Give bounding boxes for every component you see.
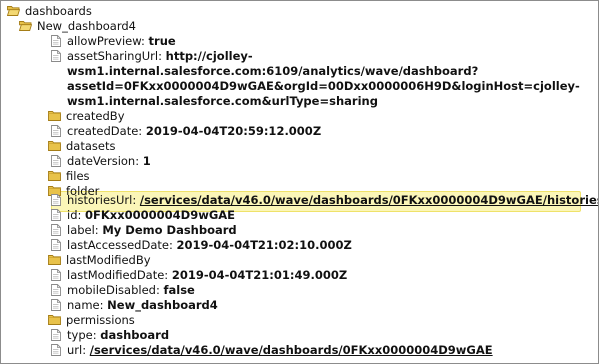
document-icon — [51, 35, 61, 47]
tree-node-datasets[interactable]: datasets — [48, 139, 115, 154]
field-value: dashboard — [100, 328, 170, 342]
folder-icon — [48, 140, 61, 151]
document-icon — [51, 284, 61, 296]
node-label: New_dashboard4 — [37, 19, 136, 33]
field-value: 2019-04-04T21:01:49.000Z — [171, 268, 348, 282]
node-label: createdBy — [66, 109, 125, 123]
document-icon — [51, 269, 61, 281]
field-value: 2019-04-04T21:02:10.000Z — [176, 238, 352, 252]
field-key: id: — [67, 208, 82, 222]
tree-leaf-last-accessed-date[interactable]: lastAccessedDate: 2019-04-04T21:02:10.00… — [51, 238, 352, 253]
node-label: dashboards — [25, 4, 92, 18]
field-value: 0FKxx0000004D9wGAE — [85, 208, 236, 222]
field-key: type: — [67, 328, 97, 342]
document-icon — [51, 50, 61, 62]
field-key: name: — [67, 298, 104, 312]
document-icon — [51, 125, 61, 137]
node-label: datasets — [66, 139, 116, 153]
tree-leaf-mobile-disabled[interactable]: mobileDisabled: false — [51, 283, 195, 298]
field-value-line-3: assetId=0FKxx0000004D9wGAE&orgId=00Dxx00… — [67, 79, 580, 93]
node-label: lastModifiedBy — [66, 253, 151, 267]
field-key: historiesUrl: — [67, 193, 137, 207]
folder-icon — [48, 110, 61, 121]
tree-leaf-last-modified-date[interactable]: lastModifiedDate: 2019-04-04T21:01:49.00… — [51, 268, 347, 283]
tree-node-permissions[interactable]: permissions — [48, 313, 135, 328]
document-icon — [51, 329, 61, 341]
field-value: 2019-04-04T20:59:12.000Z — [145, 124, 322, 138]
document-icon — [51, 239, 61, 251]
field-key: assetSharingUrl: — [67, 49, 162, 63]
tree-node-dashboards[interactable]: dashboards — [7, 4, 92, 19]
field-key: mobileDisabled: — [67, 283, 160, 297]
field-key: url: — [67, 343, 87, 357]
folder-icon — [48, 254, 61, 265]
tree-leaf-created-date[interactable]: createdDate: 2019-04-04T20:59:12.000Z — [51, 124, 321, 139]
field-value: My Demo Dashboard — [102, 223, 237, 237]
document-icon — [51, 155, 61, 167]
document-icon — [51, 224, 61, 236]
tree-node-last-modified-by[interactable]: lastModifiedBy — [48, 253, 151, 268]
tree-view: dashboards New_dashboard4 allowPreview: … — [0, 0, 599, 364]
field-key: dateVersion: — [67, 154, 140, 168]
document-icon — [51, 194, 61, 206]
histories-url-link[interactable]: /services/data/v46.0/wave/dashboards/0FK… — [140, 193, 598, 207]
tree-node-new-dashboard4[interactable]: New_dashboard4 — [19, 19, 136, 34]
document-icon — [51, 299, 61, 311]
field-value: true — [148, 34, 176, 48]
node-label: permissions — [66, 313, 135, 327]
tree-node-created-by[interactable]: createdBy — [48, 109, 125, 124]
tree-leaf-label[interactable]: label: My Demo Dashboard — [51, 223, 237, 238]
url-link[interactable]: /services/data/v46.0/wave/dashboards/0FK… — [90, 343, 493, 357]
tree-leaf-type[interactable]: type: dashboard — [51, 328, 169, 343]
folder-open-icon — [19, 20, 32, 31]
field-key: lastModifiedDate: — [67, 268, 169, 282]
field-key: label: — [67, 223, 99, 237]
field-value-line-4: wsm1.internal.salesforce.com&urlType=sha… — [67, 94, 378, 108]
field-value: 1 — [142, 154, 151, 168]
folder-icon — [48, 170, 61, 181]
tree-leaf-date-version[interactable]: dateVersion: 1 — [51, 154, 151, 169]
tree-leaf-url[interactable]: url: /services/data/v46.0/wave/dashboard… — [51, 343, 493, 358]
tree-leaf-allow-preview[interactable]: allowPreview: true — [51, 34, 176, 49]
field-value-line-2: wsm1.internal.salesforce.com:6109/analyt… — [67, 64, 479, 78]
field-key: lastAccessedDate: — [67, 238, 173, 252]
tree-leaf-name[interactable]: name: New_dashboard4 — [51, 298, 218, 313]
node-label: files — [66, 169, 90, 183]
field-value: New_dashboard4 — [107, 298, 218, 312]
tree-leaf-asset-sharing-url[interactable]: assetSharingUrl: http://cjolley- — [51, 49, 253, 64]
document-icon — [51, 209, 61, 221]
tree-leaf-histories-url[interactable]: historiesUrl: /services/data/v46.0/wave/… — [51, 193, 598, 208]
tree-leaf-id[interactable]: id: 0FKxx0000004D9wGAE — [51, 208, 235, 223]
field-value: false — [163, 283, 195, 297]
document-icon — [51, 344, 61, 356]
tree-node-files[interactable]: files — [48, 169, 90, 184]
field-key: allowPreview: — [67, 34, 145, 48]
folder-icon — [48, 314, 61, 325]
field-value-line-1: http://cjolley- — [165, 49, 253, 63]
field-key: createdDate: — [67, 124, 143, 138]
folder-open-icon — [7, 5, 20, 16]
